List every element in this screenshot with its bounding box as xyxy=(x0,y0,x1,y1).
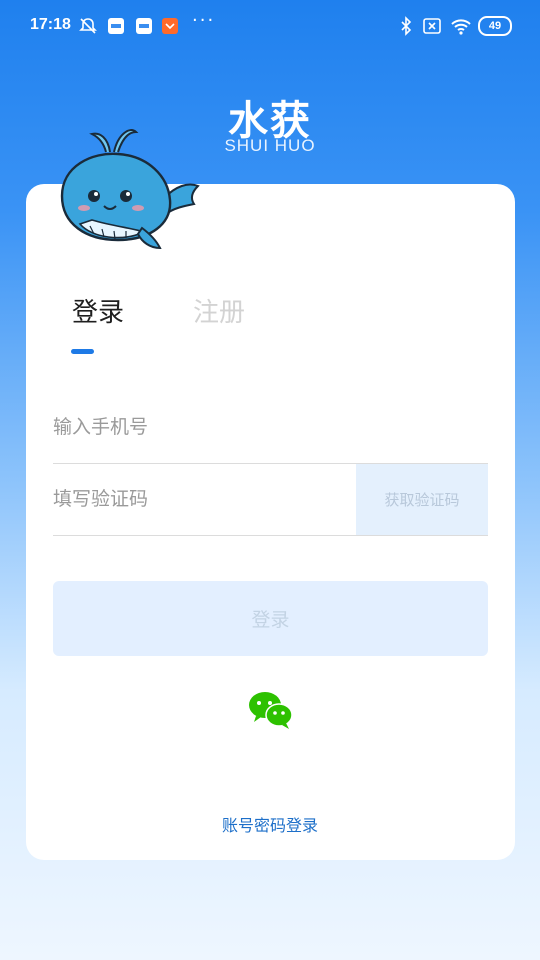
code-divider xyxy=(53,535,488,536)
password-login-link[interactable]: 账号密码登录 xyxy=(200,812,340,836)
status-time: 17:18 xyxy=(30,16,71,33)
wifi-icon xyxy=(451,19,471,35)
active-tab-indicator xyxy=(71,349,94,354)
get-code-button[interactable]: 获取验证码 xyxy=(356,464,488,535)
bluetooth-icon xyxy=(401,16,412,36)
tab-register[interactable]: 注册 xyxy=(193,292,245,329)
whale-mascot-icon xyxy=(60,129,200,250)
app-notification-icon-2 xyxy=(136,18,152,34)
mi-app-icon xyxy=(162,18,178,34)
app-notification-icon xyxy=(108,18,124,34)
more-notifications-icon: ··· xyxy=(192,10,216,31)
status-bar: 17:18 ··· 49 xyxy=(0,0,540,52)
verification-code-input[interactable]: 填写验证码 xyxy=(53,484,343,511)
tab-login[interactable]: 登录 xyxy=(72,292,124,329)
sim-off-icon xyxy=(423,18,441,34)
mute-notification-icon xyxy=(79,18,97,34)
phone-input[interactable]: 输入手机号 xyxy=(53,412,353,439)
wechat-icon[interactable] xyxy=(248,690,294,730)
app-subtitle: SHUI HUO xyxy=(224,136,316,155)
login-button[interactable]: 登录 xyxy=(53,581,488,656)
battery-indicator: 49 xyxy=(478,16,512,36)
